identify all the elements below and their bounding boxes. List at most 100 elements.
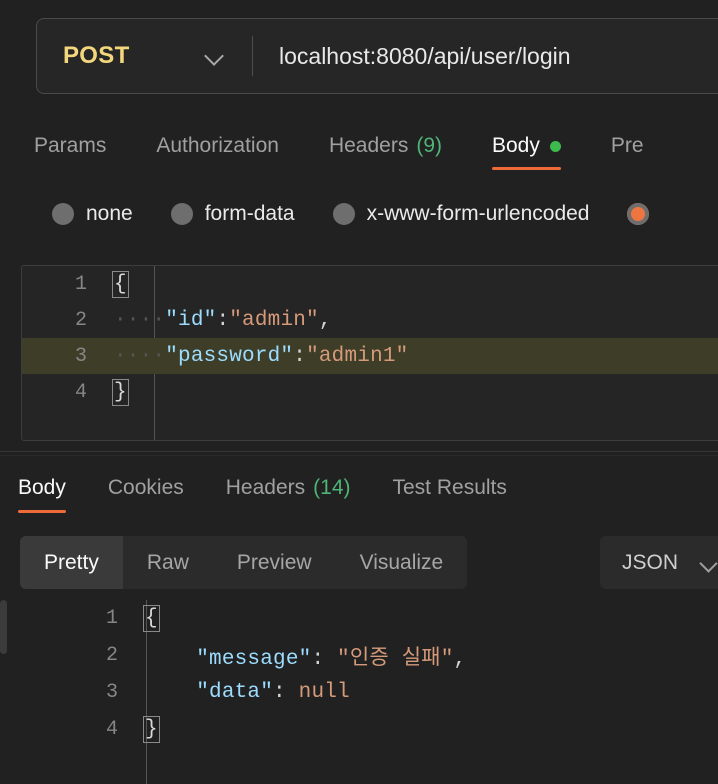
request-tab-authorization[interactable]: Authorization — [156, 118, 279, 170]
request-tab-label: Body — [492, 134, 540, 157]
code-text: { — [137, 605, 160, 632]
body-type-radio-selected[interactable] — [627, 203, 661, 225]
response-tab-cookies[interactable]: Cookies — [108, 463, 184, 513]
radio-icon — [170, 203, 193, 225]
url-bar-container: POST localhost:8080/api/user/login — [36, 18, 718, 94]
request-tab-body[interactable]: Body — [492, 118, 561, 170]
radio-icon — [627, 203, 650, 225]
request-tab-params[interactable]: Params — [34, 118, 106, 170]
code-text: ····"password":"admin1" — [106, 345, 408, 368]
response-format-label: JSON — [622, 550, 679, 574]
code-text: "message": "인증 실패", — [137, 641, 466, 671]
code-token-p: : — [293, 344, 307, 368]
response-tab-test-results[interactable]: Test Results — [393, 463, 507, 513]
response-tab-label: Body — [18, 476, 66, 499]
response-tab-headers[interactable]: Headers (14) — [226, 463, 351, 513]
code-token-s: "admin" — [229, 308, 319, 332]
code-token-ws: ···· — [114, 308, 166, 332]
code-line: 1{ — [22, 266, 718, 302]
line-number: 4 — [74, 380, 87, 404]
code-text: } — [137, 716, 160, 743]
request-tab-pre[interactable]: Pre — [611, 118, 644, 170]
code-token-ws: ···· — [114, 344, 166, 368]
code-text: } — [106, 378, 129, 406]
response-tab-count: (14) — [313, 476, 351, 499]
code-line: 2 ····"id":"admin", — [22, 302, 718, 338]
url-bar: POST localhost:8080/api/user/login — [36, 18, 718, 94]
request-tab-headers[interactable]: Headers (9) — [329, 118, 442, 170]
body-type-radio-group: none form-data x-www-form-urlencoded — [0, 192, 718, 236]
body-present-dot-icon — [549, 140, 561, 152]
radio-icon — [332, 203, 355, 225]
request-body-editor[interactable]: 1{2 ····"id":"admin", 3 ····"password":"adm… — [21, 265, 718, 441]
response-body-viewer[interactable]: 1{2 "message": "인증 실패", 3 "data": null 4} — [9, 600, 718, 784]
request-tab-label: Pre — [610, 134, 644, 157]
http-method-selector[interactable]: POST — [37, 19, 252, 93]
view-mode-raw[interactable]: Raw — [123, 536, 213, 589]
code-token-ws — [145, 648, 196, 671]
code-token-ws — [145, 681, 196, 704]
response-tab-body[interactable]: Body — [18, 463, 66, 513]
code-line: 4} — [9, 711, 718, 748]
code-token-p: : — [216, 308, 230, 332]
code-token-p: : — [273, 681, 299, 704]
code-text: { — [106, 270, 129, 298]
code-token-k: "data" — [196, 681, 274, 704]
http-method-label: POST — [63, 42, 130, 69]
view-mode-preview[interactable]: Preview — [213, 536, 336, 589]
request-tab-label: Params — [34, 134, 107, 157]
body-type-radio-x-www-form-urlencoded[interactable]: x-www-form-urlencoded — [332, 202, 590, 226]
postman-request-response-view: POST localhost:8080/api/user/login Param… — [0, 0, 718, 784]
code-token-p: , — [318, 308, 332, 332]
code-token-brace: { — [112, 270, 129, 298]
chevron-down-icon — [204, 45, 226, 67]
code-token-k: "id" — [165, 308, 217, 332]
line-number: 1 — [105, 607, 118, 630]
request-tab-bar: Params Authorization Headers (9) Body Pre — [0, 118, 718, 176]
code-token-brace: } — [143, 716, 160, 743]
line-number: 2 — [74, 308, 87, 332]
response-tab-label: Headers — [225, 476, 306, 499]
chevron-down-icon — [700, 554, 718, 572]
request-tab-label: Authorization — [156, 134, 279, 157]
panel-divider[interactable] — [0, 451, 718, 452]
request-tab-label: Headers — [328, 134, 409, 157]
view-mode-visualize[interactable]: Visualize — [336, 536, 468, 589]
body-type-radio-form-data[interactable]: form-data — [170, 202, 295, 226]
line-number: 1 — [74, 272, 87, 296]
code-line: 3 ····"password":"admin1" — [22, 338, 718, 374]
response-tab-bar: Body Cookies Headers (14) Test Results — [0, 463, 718, 517]
code-token-s: "인증 실패" — [337, 647, 454, 671]
code-token-n: null — [298, 681, 350, 704]
request-tab-count: (9) — [416, 134, 442, 157]
code-token-p: : — [311, 647, 338, 671]
response-tab-label: Cookies — [107, 476, 184, 499]
code-token-s: "admin1" — [306, 344, 409, 368]
response-view-mode-group: Pretty Raw Preview Visualize — [20, 536, 468, 589]
body-type-radio-label: form-data — [204, 202, 295, 225]
code-line: 1{ — [9, 600, 718, 637]
url-input[interactable]: localhost:8080/api/user/login — [253, 19, 718, 93]
code-token-brace: { — [143, 605, 160, 632]
panel-divider-shadow — [0, 455, 718, 456]
code-token-brace: } — [112, 378, 129, 406]
line-number: 3 — [105, 681, 118, 704]
code-token-k: "password" — [165, 344, 294, 368]
line-number: 4 — [105, 718, 118, 741]
code-text: ····"id":"admin", — [106, 309, 332, 332]
code-token-p: , — [453, 647, 467, 671]
code-line: 4} — [22, 374, 718, 410]
code-line: 3 "data": null — [9, 674, 718, 711]
response-format-select[interactable]: JSON — [600, 536, 718, 589]
code-line: 2 "message": "인증 실패", — [9, 637, 718, 674]
view-mode-pretty[interactable]: Pretty — [20, 536, 123, 589]
body-type-radio-none[interactable]: none — [52, 202, 133, 226]
code-token-k: "message" — [196, 647, 312, 671]
response-tab-label: Test Results — [392, 476, 507, 499]
radio-icon — [52, 203, 74, 225]
line-number: 3 — [74, 344, 87, 368]
body-type-radio-label: none — [86, 202, 133, 225]
line-number: 2 — [105, 644, 118, 667]
body-type-radio-label: x-www-form-urlencoded — [366, 202, 590, 225]
response-scrollbar[interactable] — [0, 600, 7, 654]
